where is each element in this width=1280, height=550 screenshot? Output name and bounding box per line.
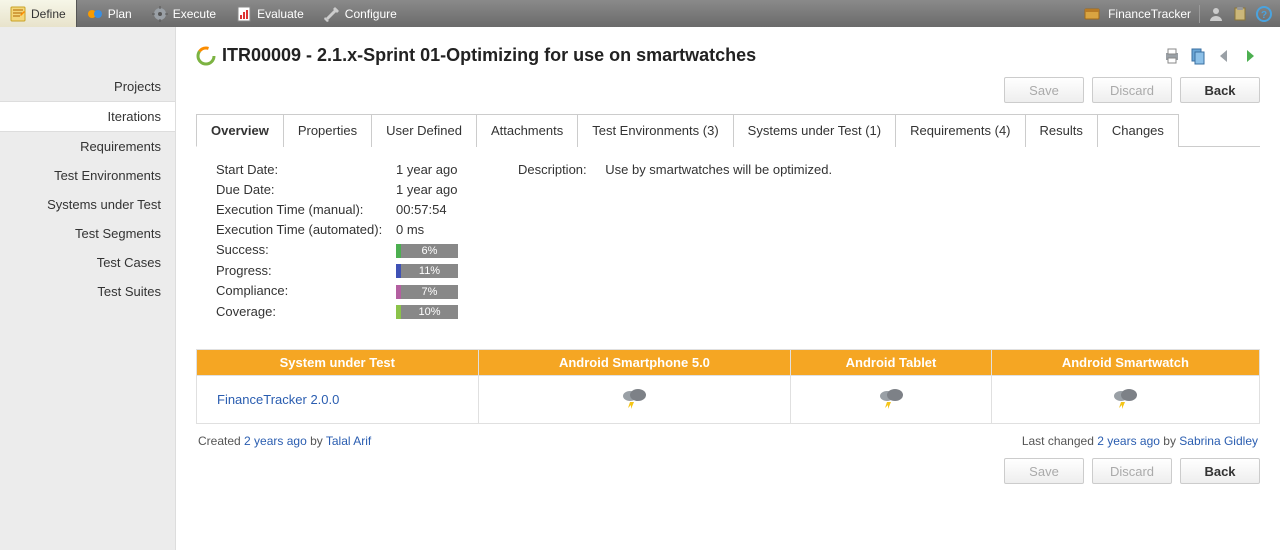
exec-manual-label: Execution Time (manual): <box>216 202 396 217</box>
tab-requirements[interactable]: Requirements (4) <box>895 114 1025 147</box>
sut-link[interactable]: FinanceTracker 2.0.0 <box>217 392 339 407</box>
discard-button[interactable]: Discard <box>1092 77 1172 103</box>
start-date-label: Start Date: <box>216 162 396 177</box>
configure-icon <box>324 6 340 22</box>
compliance-label: Compliance: <box>216 283 396 298</box>
changed-meta: Last changed 2 years ago by Sabrina Gidl… <box>1022 434 1258 448</box>
due-date-label: Due Date: <box>216 182 396 197</box>
project-icon <box>1084 6 1100 22</box>
table-row: FinanceTracker 2.0.0 <box>197 376 1260 424</box>
exec-manual-value: 00:57:54 <box>396 202 458 217</box>
plan-icon <box>87 6 103 22</box>
success-label: Success: <box>216 242 396 257</box>
tab-properties[interactable]: Properties <box>283 114 372 147</box>
changed-by-link[interactable]: Sabrina Gidley <box>1179 434 1258 448</box>
sidebar-item-test-segments[interactable]: Test Segments <box>0 219 175 248</box>
sut-header-col3: Android Smartwatch <box>991 350 1259 376</box>
tab-systems-under-test[interactable]: Systems under Test (1) <box>733 114 896 147</box>
action-buttons-top: Save Discard Back <box>196 71 1260 113</box>
overview-panel: Start Date: 1 year ago Due Date: 1 year … <box>196 147 1260 329</box>
description-block: Description: Use by smartwatches will be… <box>518 162 832 319</box>
nav-prev-icon[interactable] <box>1214 46 1234 66</box>
save-button-bottom[interactable]: Save <box>1004 458 1084 484</box>
success-bar: 6% <box>396 244 458 258</box>
menu-evaluate[interactable]: Evaluate <box>226 0 314 27</box>
menu-label: Configure <box>345 7 397 21</box>
compliance-bar: 7% <box>396 285 458 299</box>
action-buttons-bottom: Save Discard Back <box>196 448 1260 494</box>
exec-auto-label: Execution Time (automated): <box>216 222 396 237</box>
execute-icon <box>152 6 168 22</box>
menu-configure[interactable]: Configure <box>314 0 407 27</box>
tab-changes[interactable]: Changes <box>1097 114 1179 147</box>
menu-plan[interactable]: Plan <box>77 0 142 27</box>
sidebar-item-requirements[interactable]: Requirements <box>0 132 175 161</box>
storm-icon <box>1111 386 1139 410</box>
sidebar-item-iterations[interactable]: Iterations <box>0 101 175 132</box>
tab-test-environments[interactable]: Test Environments (3) <box>577 114 733 147</box>
user-icon[interactable] <box>1208 6 1224 22</box>
tabs: Overview Properties User Defined Attachm… <box>196 113 1260 147</box>
tab-user-defined[interactable]: User Defined <box>371 114 477 147</box>
content-area: ITR00009 - 2.1.x-Sprint 01-Optimizing fo… <box>176 27 1280 550</box>
meta-row: Created 2 years ago by Talal Arif Last c… <box>196 434 1260 448</box>
tab-attachments[interactable]: Attachments <box>476 114 578 147</box>
clipboard-icon[interactable] <box>1232 6 1248 22</box>
print-icon[interactable] <box>1162 46 1182 66</box>
sut-table: System under Test Android Smartphone 5.0… <box>196 349 1260 424</box>
sidebar: Projects Iterations Requirements Test En… <box>0 27 176 550</box>
overview-fields: Start Date: 1 year ago Due Date: 1 year … <box>216 162 458 319</box>
nav-next-icon[interactable] <box>1240 46 1260 66</box>
menu-define[interactable]: Define <box>0 0 77 27</box>
back-button-bottom[interactable]: Back <box>1180 458 1260 484</box>
sidebar-item-test-cases[interactable]: Test Cases <box>0 248 175 277</box>
sidebar-item-projects[interactable]: Projects <box>0 72 175 101</box>
menu-label: Plan <box>108 7 132 21</box>
description-label: Description: <box>518 162 598 177</box>
coverage-label: Coverage: <box>216 304 396 319</box>
sut-header-system: System under Test <box>197 350 479 376</box>
menu-label: Evaluate <box>257 7 304 21</box>
changed-time-link[interactable]: 2 years ago <box>1097 434 1160 448</box>
coverage-bar: 10% <box>396 305 458 319</box>
sut-header-col1: Android Smartphone 5.0 <box>478 350 791 376</box>
copy-icon[interactable] <box>1188 46 1208 66</box>
define-icon <box>10 6 26 22</box>
topbar-right: FinanceTracker ? <box>1084 5 1280 23</box>
help-icon[interactable]: ? <box>1256 6 1272 22</box>
back-button[interactable]: Back <box>1180 77 1260 103</box>
description-value: Use by smartwatches will be optimized. <box>605 162 832 177</box>
created-by-link[interactable]: Talal Arif <box>326 434 371 448</box>
tab-results[interactable]: Results <box>1025 114 1098 147</box>
menu-execute[interactable]: Execute <box>142 0 226 27</box>
project-name[interactable]: FinanceTracker <box>1108 7 1191 21</box>
main-menu: Define Plan Execute Evaluate Configure <box>0 0 407 27</box>
evaluate-icon <box>236 6 252 22</box>
progress-bar: 11% <box>396 264 458 278</box>
iteration-icon <box>196 46 216 66</box>
top-menubar: Define Plan Execute Evaluate Configure F… <box>0 0 1280 27</box>
save-button[interactable]: Save <box>1004 77 1084 103</box>
sidebar-item-systems-under-test[interactable]: Systems under Test <box>0 190 175 219</box>
sidebar-item-test-environments[interactable]: Test Environments <box>0 161 175 190</box>
sidebar-item-test-suites[interactable]: Test Suites <box>0 277 175 306</box>
progress-label: Progress: <box>216 263 396 278</box>
menu-label: Execute <box>173 7 216 21</box>
storm-icon <box>620 386 648 410</box>
tab-overview[interactable]: Overview <box>196 114 284 147</box>
page-title: ITR00009 - 2.1.x-Sprint 01-Optimizing fo… <box>222 45 756 66</box>
svg-text:?: ? <box>1261 10 1267 21</box>
created-time-link[interactable]: 2 years ago <box>244 434 307 448</box>
discard-button-bottom[interactable]: Discard <box>1092 458 1172 484</box>
created-meta: Created 2 years ago by Talal Arif <box>198 434 371 448</box>
storm-icon <box>877 386 905 410</box>
title-bar: ITR00009 - 2.1.x-Sprint 01-Optimizing fo… <box>196 45 1260 66</box>
start-date-value: 1 year ago <box>396 162 458 177</box>
sut-header-col2: Android Tablet <box>791 350 992 376</box>
due-date-value: 1 year ago <box>396 182 458 197</box>
menu-label: Define <box>31 7 66 21</box>
exec-auto-value: 0 ms <box>396 222 458 237</box>
